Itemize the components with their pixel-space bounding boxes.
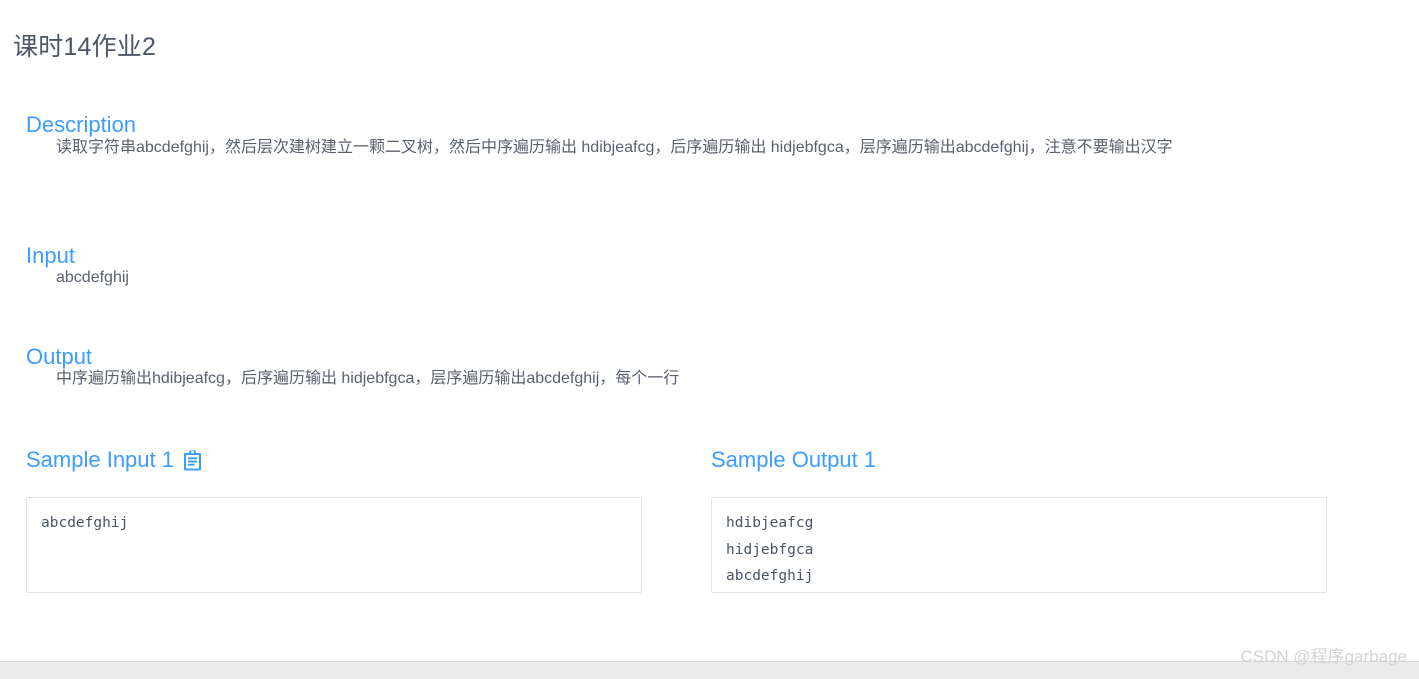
watermark: CSDN @程序garbage [1240,647,1407,666]
sample-input-code: abcdefghij [26,497,642,593]
sample-output-block: Sample Output 1 hdibjeafcg hidjebfgca ab… [711,443,1327,608]
section-body-output: 中序遍历输出hdibjeafcg，后序遍历输出 hidjebfgca，层序遍历输… [56,370,680,387]
sample-input-heading-label: Sample Input 1 [26,447,174,472]
clipboard-copy-icon[interactable] [183,449,203,471]
problem-page: 课时14作业2 Description 读取字符串abcdefghij，然后层次… [0,0,1419,679]
section-body-description: 读取字符串abcdefghij，然后层次建树建立一颗二叉树，然后中序遍历输出 h… [56,139,1173,156]
section-body-input: abcdefghij [56,269,129,286]
sample-output-code: hdibjeafcg hidjebfgca abcdefghij [711,497,1327,593]
sample-input-block: Sample Input 1 abcdefghij [26,443,642,608]
sample-input-heading: Sample Input 1 [26,443,642,477]
page-title: 课时14作业2 [13,32,157,61]
footer-strip [0,662,1419,679]
sample-output-heading: Sample Output 1 [711,443,1327,477]
samples-container: Sample Input 1 abcdefghij Sample Output … [0,443,1419,603]
sample-output-heading-label: Sample Output 1 [711,447,877,472]
